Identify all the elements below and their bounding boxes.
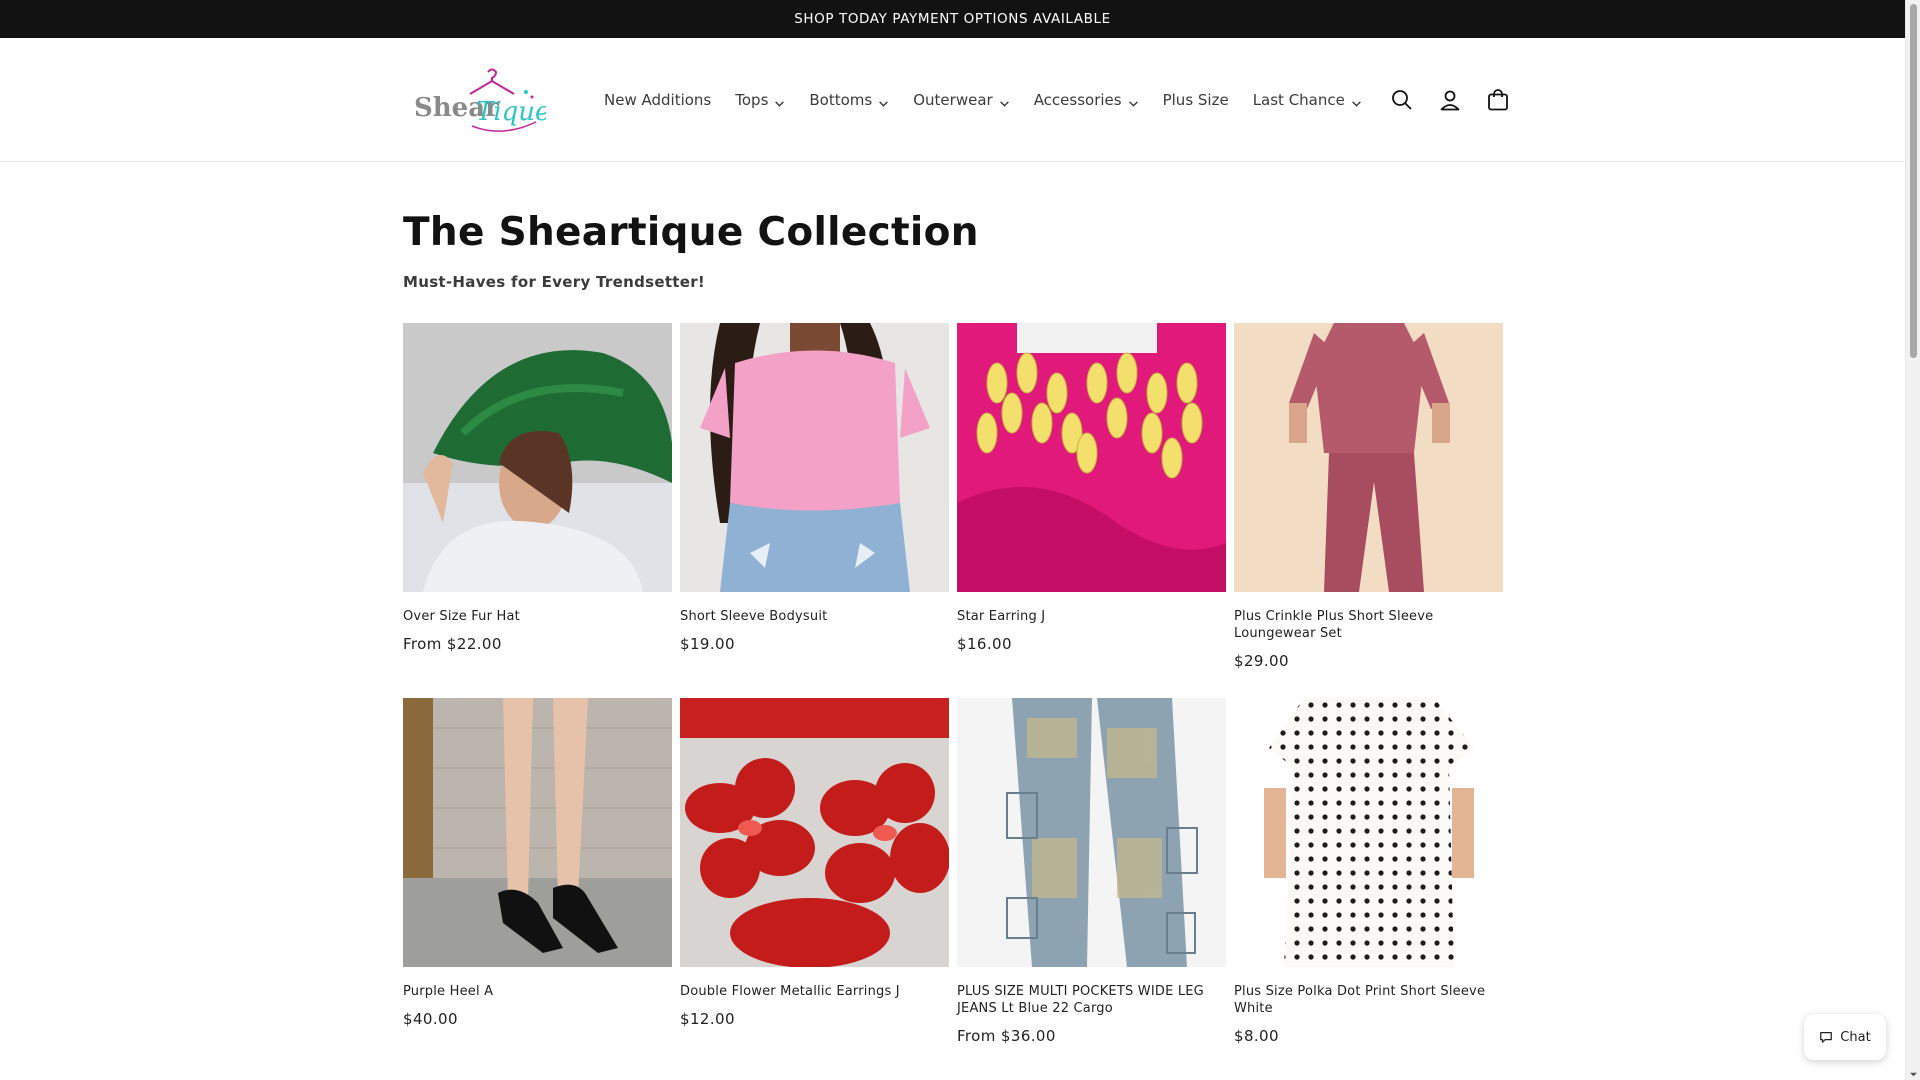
product-name[interactable]: Star Earring J	[957, 608, 1226, 625]
product-image-loungewear[interactable]	[1234, 323, 1503, 592]
chevron-down-icon	[1351, 95, 1362, 107]
nav-tops[interactable]: Tops	[723, 80, 797, 120]
nav-label: Plus Size	[1162, 91, 1229, 109]
product-price: $40.00	[403, 1010, 458, 1028]
nav-accessories[interactable]: Accessories	[1022, 80, 1151, 120]
product-price: $16.00	[957, 635, 1012, 653]
product-price: $8.00	[1234, 1027, 1279, 1045]
chat-label: Chat	[1840, 1029, 1871, 1045]
product-card[interactable]: Plus Crinkle Plus Short Sleeve Loungewea…	[1234, 323, 1503, 698]
nav-plus-size[interactable]: Plus Size	[1151, 80, 1241, 120]
nav-outerwear[interactable]: Outerwear	[901, 80, 1021, 120]
product-card[interactable]: Over Size Fur Hat From $22.00	[403, 323, 672, 698]
chat-button[interactable]: Chat	[1804, 1014, 1886, 1060]
site-header: Shear Tique New Additions Tops Bottoms O…	[0, 38, 1905, 162]
cart-icon[interactable]	[1484, 86, 1512, 114]
product-image-cargo-jeans[interactable]	[957, 698, 1226, 967]
chevron-down-icon	[1128, 95, 1139, 107]
chat-bubble-icon	[1820, 1032, 1833, 1043]
nav-label: Accessories	[1033, 91, 1122, 109]
main-nav: New Additions Tops Bottoms Outerwear Acc…	[592, 38, 1374, 162]
scrollbar-thumb[interactable]	[1910, 4, 1917, 358]
product-card[interactable]: Plus Size Polka Dot Print Short Sleeve W…	[1234, 698, 1503, 1073]
product-price: $12.00	[680, 1010, 735, 1028]
product-price: $29.00	[1234, 652, 1289, 670]
nav-label: New Additions	[604, 91, 712, 109]
product-image-flower-earrings[interactable]	[680, 698, 949, 967]
logo-graphic: Shear Tique	[414, 68, 546, 132]
product-image-fur-hat[interactable]	[403, 323, 672, 592]
chevron-down-icon	[999, 95, 1010, 107]
product-card[interactable]: PLUS SIZE MULTI POCKETS WIDE LEG JEANS L…	[957, 698, 1226, 1073]
product-card[interactable]: Purple Heel A $40.00	[403, 698, 672, 1073]
product-name[interactable]: Plus Size Polka Dot Print Short Sleeve W…	[1234, 983, 1503, 1017]
product-price: From $36.00	[957, 1027, 1056, 1045]
product-name[interactable]: Plus Crinkle Plus Short Sleeve Loungewea…	[1234, 608, 1503, 642]
nav-label: Tops	[735, 91, 769, 109]
product-price: From $22.00	[403, 635, 502, 653]
nav-label: Last Chance	[1252, 91, 1345, 109]
page-scrollbar[interactable]	[1905, 0, 1920, 1080]
chevron-down-icon	[774, 95, 785, 107]
product-image-bodysuit[interactable]	[680, 323, 949, 592]
scroll-down-icon[interactable]	[1910, 1071, 1917, 1078]
nav-last-chance[interactable]: Last Chance	[1241, 80, 1374, 120]
product-image-star-earring[interactable]	[957, 323, 1226, 592]
product-image-heels[interactable]	[403, 698, 672, 967]
search-icon[interactable]	[1388, 86, 1416, 114]
account-icon[interactable]	[1436, 86, 1464, 114]
product-name[interactable]: PLUS SIZE MULTI POCKETS WIDE LEG JEANS L…	[957, 983, 1226, 1017]
product-name[interactable]: Purple Heel A	[403, 983, 672, 1000]
product-card[interactable]: Short Sleeve Bodysuit $19.00	[680, 323, 949, 698]
product-name[interactable]: Double Flower Metallic Earrings J	[680, 983, 949, 1000]
announcement-text: SHOP TODAY PAYMENT OPTIONS AVAILABLE	[794, 11, 1111, 27]
page-title: The Sheartique Collection	[403, 210, 979, 255]
store-logo[interactable]: Shear Tique	[410, 64, 546, 136]
product-name[interactable]: Over Size Fur Hat	[403, 608, 672, 625]
announcement-bar: SHOP TODAY PAYMENT OPTIONS AVAILABLE	[0, 0, 1905, 38]
nav-label: Outerwear	[913, 91, 993, 109]
product-card[interactable]: Double Flower Metallic Earrings J $12.00	[680, 698, 949, 1073]
nav-bottoms[interactable]: Bottoms	[797, 80, 901, 120]
product-price: $19.00	[680, 635, 735, 653]
product-card[interactable]: Star Earring J $16.00	[957, 323, 1226, 698]
chevron-down-icon	[878, 95, 889, 107]
header-icons	[1388, 38, 1512, 162]
nav-new-additions[interactable]: New Additions	[592, 80, 723, 120]
product-name[interactable]: Short Sleeve Bodysuit	[680, 608, 949, 625]
product-grid: Over Size Fur Hat From $22.00 Short Slee…	[403, 323, 1504, 1073]
nav-label: Bottoms	[809, 91, 873, 109]
collection-subtitle: Must-Haves for Every Trendsetter!	[403, 273, 706, 291]
product-image-polka-dot[interactable]	[1234, 698, 1503, 967]
